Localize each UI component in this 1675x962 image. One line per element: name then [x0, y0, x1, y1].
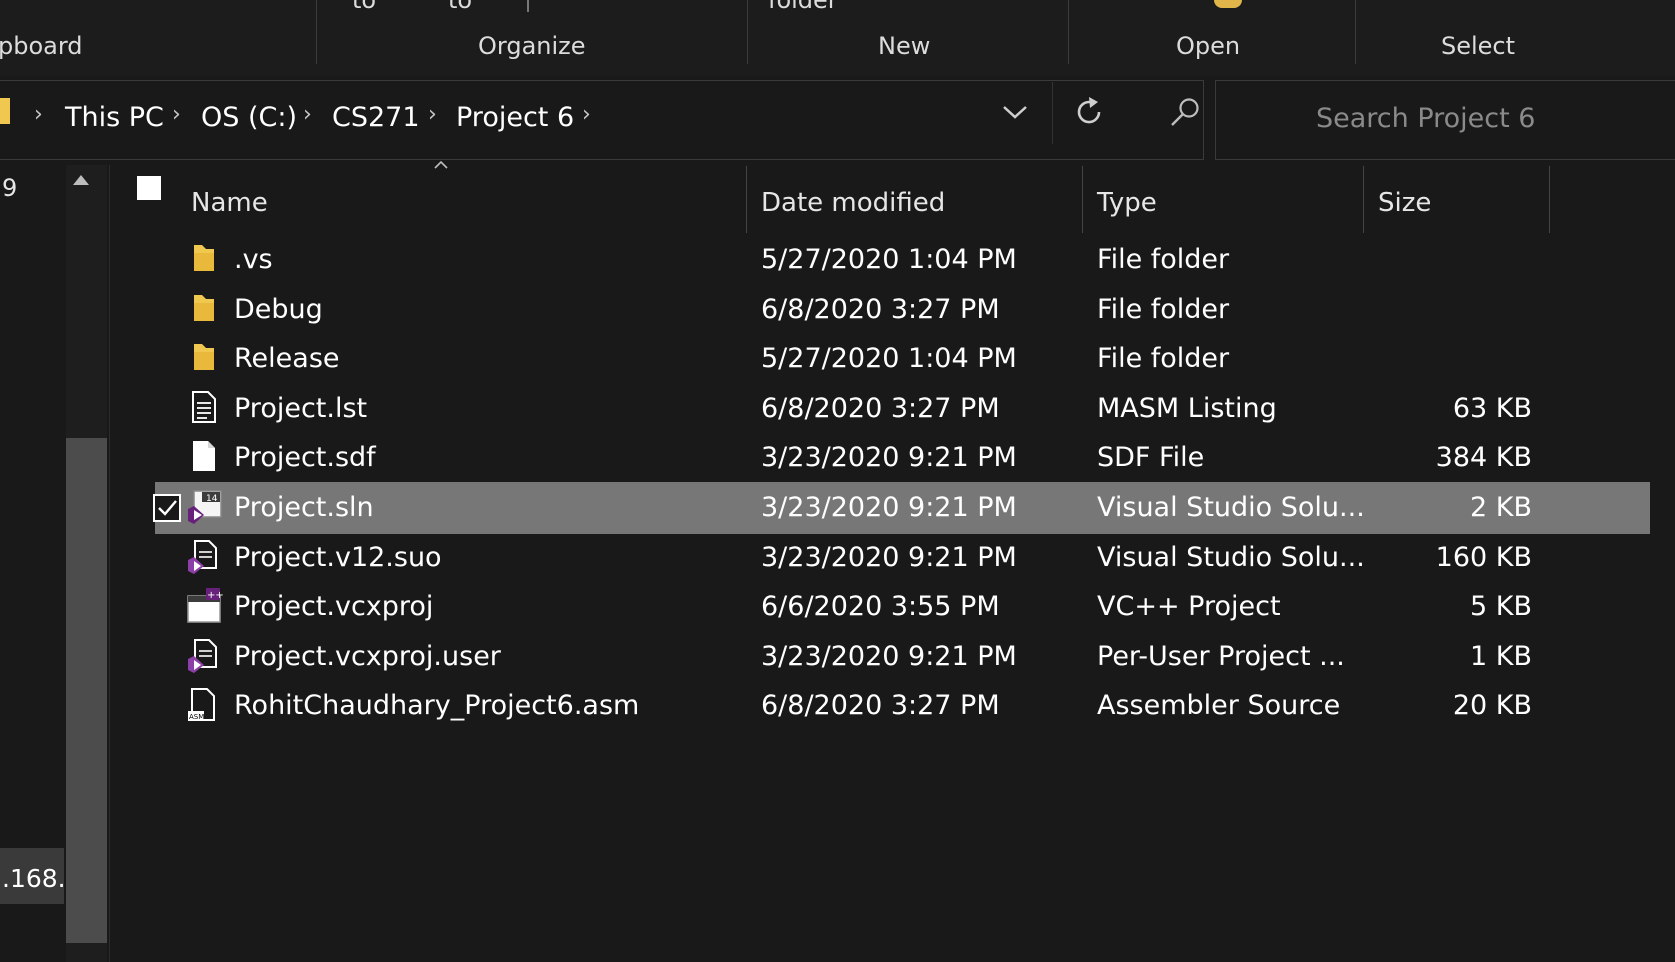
blank-document-icon — [190, 439, 218, 477]
ribbon-separator — [1068, 0, 1069, 64]
file-type: File folder — [1097, 343, 1230, 374]
file-type: VC++ Project — [1097, 591, 1281, 622]
file-date-modified: 6/8/2020 3:27 PM — [761, 294, 1000, 325]
vcxproj-icon: ++ — [186, 588, 224, 628]
file-type: Assembler Source — [1097, 690, 1341, 721]
breadcrumb-cs271[interactable]: CS271 — [332, 102, 420, 133]
ribbon-fragment[interactable]: folder — [768, 0, 838, 14]
file-size: 2 KB — [1470, 492, 1532, 523]
file-date-modified: 3/23/2020 9:21 PM — [761, 442, 1017, 473]
check-icon — [158, 500, 177, 516]
file-date-modified: 3/23/2020 9:21 PM — [761, 641, 1017, 672]
column-header-name[interactable]: Name — [191, 188, 268, 218]
column-divider[interactable] — [1363, 166, 1364, 233]
folder-icon — [0, 98, 10, 124]
refresh-icon[interactable] — [1073, 96, 1105, 128]
file-type: SDF File — [1097, 442, 1205, 473]
chevron-right-icon[interactable]: › — [428, 102, 437, 127]
scroll-up-icon[interactable] — [71, 173, 91, 187]
ribbon-separator — [747, 0, 748, 64]
svg-text:ASM: ASM — [189, 713, 204, 721]
column-divider[interactable] — [746, 166, 747, 233]
file-name: Release — [234, 343, 340, 374]
file-date-modified: 5/27/2020 1:04 PM — [761, 244, 1017, 275]
column-header-type[interactable]: Type — [1097, 188, 1157, 218]
breadcrumb-project-6[interactable]: Project 6 — [456, 102, 574, 133]
nav-item-fragment[interactable]: 9 — [2, 174, 17, 202]
file-date-modified: 6/6/2020 3:55 PM — [761, 591, 1000, 622]
folder-icon — [190, 340, 218, 378]
file-date-modified: 3/23/2020 9:21 PM — [761, 542, 1017, 573]
file-size: 63 KB — [1452, 393, 1532, 424]
file-date-modified: 6/8/2020 3:27 PM — [761, 690, 1000, 721]
nav-item-fragment[interactable]: .168. — [2, 864, 66, 893]
breadcrumb-this-pc[interactable]: This PC — [65, 102, 164, 133]
visual-studio-solution-icon: 14 — [186, 489, 224, 531]
file-name: Project.vcxproj — [234, 591, 434, 622]
file-name: Project.lst — [234, 393, 368, 424]
ribbon-group-open: Open — [1176, 32, 1241, 60]
svg-text:14: 14 — [206, 494, 218, 504]
file-size: 1 KB — [1470, 641, 1532, 672]
file-name: .vs — [234, 244, 273, 275]
file-type: Visual Studio Solu... — [1097, 492, 1365, 523]
chevron-right-icon[interactable]: › — [34, 102, 43, 127]
ribbon-group-organize: Organize — [478, 32, 586, 60]
file-type: Visual Studio Solu... — [1097, 542, 1365, 573]
ribbon-separator — [1355, 0, 1356, 64]
file-name: RohitChaudhary_Project6.asm — [234, 690, 640, 721]
ribbon-divider — [527, 0, 529, 12]
chevron-right-icon[interactable]: › — [303, 102, 312, 127]
column-divider[interactable] — [1549, 166, 1550, 233]
file-name: Project.sln — [234, 492, 374, 523]
row-checkbox[interactable] — [153, 494, 181, 522]
file-size: 5 KB — [1470, 591, 1532, 622]
ribbon-group-clipboard: pboard — [0, 32, 83, 60]
ribbon-group-select: Select — [1441, 32, 1516, 60]
chevron-right-icon[interactable]: › — [172, 102, 181, 127]
folder-icon — [190, 291, 218, 329]
file-name: Project.v12.suo — [234, 542, 442, 573]
ribbon-fragment[interactable]: to — [352, 0, 376, 14]
column-header-date-modified[interactable]: Date modified — [761, 188, 945, 218]
open-icon[interactable] — [1214, 0, 1242, 8]
file-type: File folder — [1097, 244, 1230, 275]
file-type: Per-User Project ... — [1097, 641, 1345, 672]
chevron-down-icon[interactable] — [1002, 104, 1028, 120]
file-date-modified: 3/23/2020 9:21 PM — [761, 492, 1017, 523]
file-name: Debug — [234, 294, 323, 325]
ribbon-separator — [316, 0, 317, 64]
chevron-right-icon[interactable]: › — [582, 102, 591, 127]
visual-studio-document-icon — [186, 638, 220, 678]
text-document-icon — [190, 390, 218, 428]
file-date-modified: 6/8/2020 3:27 PM — [761, 393, 1000, 424]
search-input[interactable]: Search Project 6 — [1316, 103, 1535, 134]
folder-icon — [190, 241, 218, 279]
asm-document-icon: ASM — [186, 687, 220, 727]
file-type: MASM Listing — [1097, 393, 1277, 424]
column-header-size[interactable]: Size — [1378, 188, 1431, 218]
ribbon-fragment[interactable]: to — [448, 0, 472, 14]
file-size: 20 KB — [1452, 690, 1532, 721]
file-name: Project.sdf — [234, 442, 376, 473]
breadcrumb-os-c[interactable]: OS (C:) — [201, 102, 297, 133]
address-divider — [1052, 82, 1053, 144]
column-divider[interactable] — [1082, 166, 1083, 233]
visual-studio-document-icon — [186, 539, 220, 579]
file-size: 160 KB — [1435, 542, 1532, 573]
file-date-modified: 5/27/2020 1:04 PM — [761, 343, 1017, 374]
ribbon-group-new: New — [878, 32, 931, 60]
file-name: Project.vcxproj.user — [234, 641, 501, 672]
sort-ascending-icon — [434, 160, 448, 169]
file-size: 384 KB — [1435, 442, 1532, 473]
nav-scrollbar-thumb[interactable] — [66, 438, 107, 943]
select-all-checkbox[interactable] — [137, 176, 161, 200]
svg-text:++: ++ — [207, 590, 224, 601]
file-type: File folder — [1097, 294, 1230, 325]
search-icon — [1171, 98, 1199, 126]
